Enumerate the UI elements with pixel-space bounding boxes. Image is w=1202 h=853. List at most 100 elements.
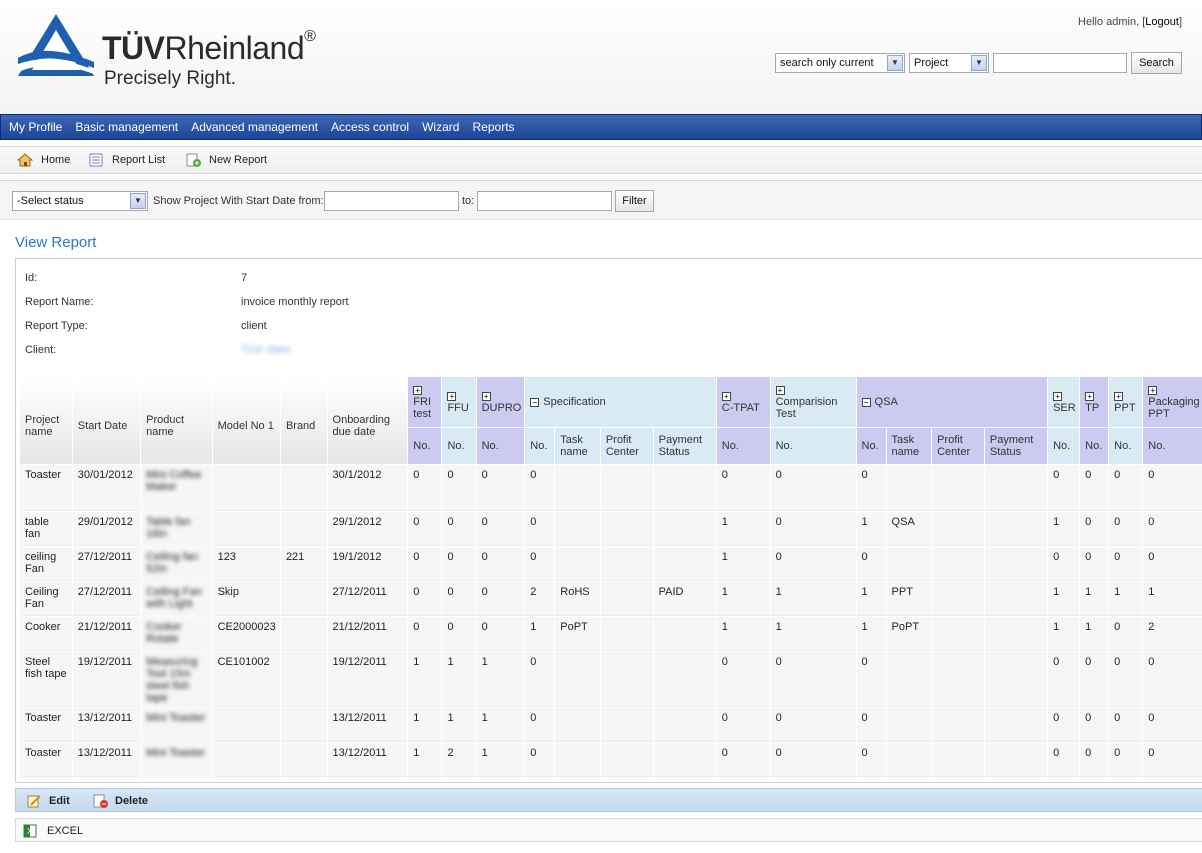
nav-item-reports[interactable]: Reports — [473, 115, 515, 139]
table-cell — [653, 743, 716, 777]
product-name-cell: Cooker Rotate — [141, 617, 212, 651]
table-cell: 1 — [1048, 582, 1080, 616]
table-cell — [984, 743, 1048, 777]
new-report-link[interactable]: New Report — [185, 153, 267, 167]
table-cell — [886, 743, 932, 777]
search-scope-select[interactable]: search only current ▼ — [775, 53, 905, 73]
nav-item-access-control[interactable]: Access control — [331, 115, 409, 139]
table-cell: 0 — [1080, 708, 1109, 742]
table-cell: 0 — [716, 465, 770, 511]
page-title: View Report — [15, 234, 97, 251]
col-project-name[interactable]: Project name — [20, 377, 72, 464]
table-cell — [280, 743, 327, 777]
logout-link[interactable]: Logout — [1145, 16, 1179, 28]
report-list-link[interactable]: Report List — [88, 153, 165, 167]
table-row[interactable]: Toaster 13/12/2011 Mini Toaster 13/12/2011 1… — [20, 708, 1202, 742]
table-cell: 0 — [1080, 547, 1109, 581]
table-cell — [932, 582, 984, 616]
table-row[interactable]: Ceiling Fan 27/12/2011 Ceiling Fan with Li… — [20, 582, 1202, 616]
report-type-label: Report Type: — [25, 320, 88, 332]
subcol-no: No. — [1048, 428, 1080, 464]
report-type-value: client — [241, 320, 267, 332]
status-select[interactable]: -Select status ▼ — [12, 191, 148, 211]
col-start-date[interactable]: Start Date — [72, 377, 141, 464]
table-cell: 0 — [525, 743, 555, 777]
expand-icon[interactable]: + — [413, 385, 423, 395]
table-cell: 0 — [1143, 465, 1202, 511]
table-cell — [932, 708, 984, 742]
table-cell — [984, 465, 1048, 511]
expand-icon[interactable]: + — [1085, 391, 1095, 401]
expand-icon[interactable]: + — [1114, 391, 1124, 401]
table-cell — [555, 708, 600, 742]
table-row[interactable]: Toaster 13/12/2011 Mini Toaster 13/12/2011 1… — [20, 743, 1202, 777]
col-model-no[interactable]: Model No 1 — [212, 377, 280, 464]
edit-button[interactable]: Edit — [26, 794, 70, 808]
expand-icon[interactable]: + — [1148, 385, 1158, 395]
expand-icon[interactable]: + — [447, 391, 457, 401]
expand-icon[interactable]: + — [775, 385, 785, 395]
table-row[interactable]: table fan 29/01/2012 Table fan 16in 29/1/20… — [20, 512, 1202, 546]
group-fri-test: + FRI test — [408, 377, 442, 427]
table-cell: 0 — [442, 547, 476, 581]
table-cell — [932, 617, 984, 651]
table-cell: 0 — [525, 652, 555, 707]
col-onboarding-due-date[interactable]: Onboarding due date — [327, 377, 408, 464]
table-cell: 13/12/2011 — [72, 708, 141, 742]
search-button[interactable]: Search — [1131, 52, 1182, 74]
nav-item-basic-management[interactable]: Basic management — [75, 115, 178, 139]
expand-icon[interactable]: + — [721, 391, 731, 401]
col-brand[interactable]: Brand — [280, 377, 327, 464]
delete-button[interactable]: Delete — [92, 794, 148, 808]
table-cell — [932, 547, 984, 581]
collapse-icon[interactable]: − — [861, 397, 871, 407]
table-row[interactable]: Cooker 21/12/2011 Cooker Rotate CE2000023 21… — [20, 617, 1202, 651]
search-input[interactable] — [993, 53, 1127, 73]
table-cell: 0 — [408, 512, 442, 546]
collapse-icon[interactable]: − — [530, 397, 540, 407]
svg-text:X: X — [27, 827, 33, 836]
new-report-icon — [186, 153, 201, 167]
group-specification: − Specification — [525, 377, 716, 427]
table-row[interactable]: Steel fish tape 19/12/2011 Measuring Tool … — [20, 652, 1202, 707]
start-date-to-input[interactable] — [477, 191, 612, 211]
home-link[interactable]: Home — [17, 153, 70, 167]
excel-export-button[interactable]: X EXCEL — [23, 824, 83, 838]
table-cell — [984, 652, 1048, 707]
table-cell: 0 — [476, 547, 525, 581]
table-cell — [932, 512, 984, 546]
client-link[interactable]: TÜV rhein — [241, 344, 291, 356]
table-cell — [600, 617, 653, 651]
nav-item-advanced-management[interactable]: Advanced management — [191, 115, 318, 139]
table-cell: 27/12/2011 — [72, 547, 141, 581]
nav-item-my-profile[interactable]: My Profile — [9, 115, 62, 139]
toolbar: Home Report List New Report — [0, 146, 1202, 174]
table-cell: 1 — [716, 512, 770, 546]
start-date-to-label: to: — [462, 195, 475, 207]
table-cell: 0 — [525, 547, 555, 581]
table-cell: 1 — [1109, 582, 1143, 616]
table-cell — [600, 743, 653, 777]
expand-icon[interactable]: + — [481, 391, 491, 401]
table-cell: 0 — [476, 582, 525, 616]
chevron-down-icon: ▼ — [971, 55, 987, 71]
report-details-panel: Id: 7 Report Name: invoice monthly repor… — [15, 258, 1202, 783]
table-cell: 0 — [442, 512, 476, 546]
search-type-select[interactable]: Project ▼ — [909, 53, 989, 73]
filter-button[interactable]: Filter — [615, 190, 654, 212]
expand-icon[interactable]: + — [1053, 391, 1063, 401]
nav-item-wizard[interactable]: Wizard — [422, 115, 459, 139]
tuv-rheinland-logo[interactable]: TÜVRheinland® Precisely Right. — [16, 12, 376, 92]
group-qsa: − QSA — [856, 377, 1048, 427]
subcol-no: No. — [1109, 428, 1143, 464]
table-cell: CE2000023 — [212, 617, 280, 651]
table-row[interactable]: Toaster 30/01/2012 Mini Coffee Maker 30/1/2… — [20, 465, 1202, 511]
table-cell — [984, 512, 1048, 546]
action-bar: Edit Delete — [15, 788, 1202, 812]
start-date-from-input[interactable] — [324, 191, 459, 211]
table-cell: 0 — [1109, 708, 1143, 742]
client-label: Client: — [25, 344, 57, 356]
col-product-name[interactable]: Product name — [141, 377, 212, 464]
table-cell — [555, 743, 600, 777]
table-row[interactable]: ceiling Fan 27/12/2011 Ceiling fan 52in 123… — [20, 547, 1202, 581]
